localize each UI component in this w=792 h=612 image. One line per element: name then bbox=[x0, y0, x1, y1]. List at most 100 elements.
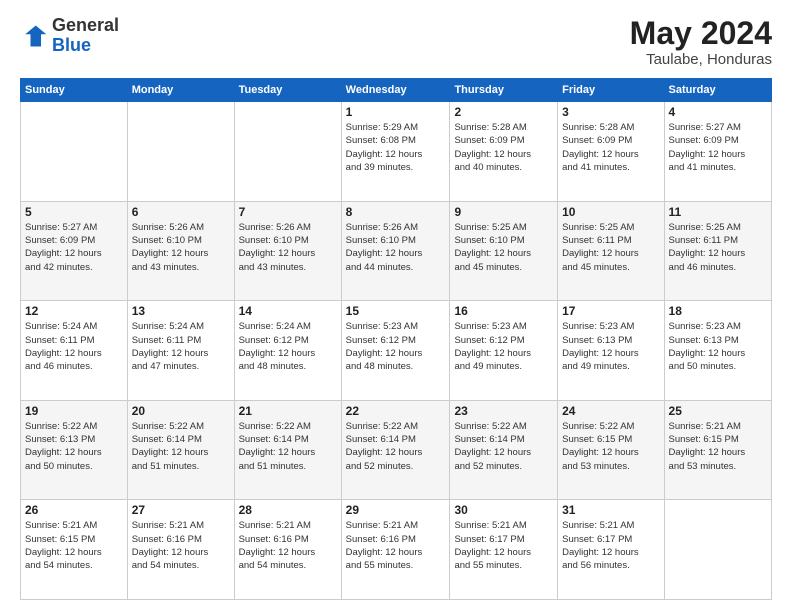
day-number: 26 bbox=[25, 503, 123, 517]
day-info: Sunrise: 5:22 AMSunset: 6:14 PMDaylight:… bbox=[346, 420, 446, 473]
day-info: Sunrise: 5:23 AMSunset: 6:12 PMDaylight:… bbox=[346, 320, 446, 373]
week-row-2: 5Sunrise: 5:27 AMSunset: 6:09 PMDaylight… bbox=[21, 201, 772, 301]
header-cell-saturday: Saturday bbox=[664, 79, 771, 102]
calendar-header: SundayMondayTuesdayWednesdayThursdayFrid… bbox=[21, 79, 772, 102]
title-block: May 2024 Taulabe, Honduras bbox=[630, 16, 772, 68]
day-cell: 18Sunrise: 5:23 AMSunset: 6:13 PMDayligh… bbox=[664, 301, 771, 401]
day-cell: 23 Sunrise: 5:22 AMSunset: 6:14 PMDayligh… bbox=[450, 400, 558, 500]
day-cell: 19 Sunrise: 5:22 AMSunset: 6:13 PMDayligh… bbox=[21, 400, 128, 500]
week-row-1: 1Sunrise: 5:29 AMSunset: 6:08 PMDaylight… bbox=[21, 102, 772, 202]
day-cell: 13Sunrise: 5:24 AMSunset: 6:11 PMDayligh… bbox=[127, 301, 234, 401]
day-number: 27 bbox=[132, 503, 230, 517]
logo-icon bbox=[20, 22, 48, 50]
header-cell-thursday: Thursday bbox=[450, 79, 558, 102]
day-number: 11 bbox=[669, 205, 767, 219]
header-cell-tuesday: Tuesday bbox=[234, 79, 341, 102]
day-cell: 16 Sunrise: 5:23 AMSunset: 6:12 PMDayligh… bbox=[450, 301, 558, 401]
day-number: 22 bbox=[346, 404, 446, 418]
header-cell-sunday: Sunday bbox=[21, 79, 128, 102]
header-cell-friday: Friday bbox=[558, 79, 664, 102]
day-info: Sunrise: 5:21 AMSunset: 6:16 PMDaylight:… bbox=[239, 519, 337, 572]
day-number: 31 bbox=[562, 503, 659, 517]
day-info: Sunrise: 5:26 AMSunset: 6:10 PMDaylight:… bbox=[132, 221, 230, 274]
day-cell: 12Sunrise: 5:24 AMSunset: 6:11 PMDayligh… bbox=[21, 301, 128, 401]
logo-general: General bbox=[52, 15, 119, 35]
day-cell: 5Sunrise: 5:27 AMSunset: 6:09 PMDaylight… bbox=[21, 201, 128, 301]
day-cell: 28 Sunrise: 5:21 AMSunset: 6:16 PMDayligh… bbox=[234, 500, 341, 600]
day-cell: 26 Sunrise: 5:21 AMSunset: 6:15 PMDayligh… bbox=[21, 500, 128, 600]
day-cell: 20 Sunrise: 5:22 AMSunset: 6:14 PMDayligh… bbox=[127, 400, 234, 500]
day-cell: 8 Sunrise: 5:26 AMSunset: 6:10 PMDaylight… bbox=[341, 201, 450, 301]
day-cell: 25Sunrise: 5:21 AMSunset: 6:15 PMDayligh… bbox=[664, 400, 771, 500]
day-cell: 21Sunrise: 5:22 AMSunset: 6:14 PMDayligh… bbox=[234, 400, 341, 500]
day-info: Sunrise: 5:21 AMSunset: 6:16 PMDaylight:… bbox=[132, 519, 230, 572]
day-cell bbox=[234, 102, 341, 202]
logo-blue: Blue bbox=[52, 35, 91, 55]
day-info: Sunrise: 5:22 AMSunset: 6:14 PMDaylight:… bbox=[132, 420, 230, 473]
day-number: 17 bbox=[562, 304, 659, 318]
day-number: 4 bbox=[669, 105, 767, 119]
day-info: Sunrise: 5:23 AMSunset: 6:13 PMDaylight:… bbox=[669, 320, 767, 373]
day-number: 12 bbox=[25, 304, 123, 318]
logo: General Blue bbox=[20, 16, 119, 56]
day-number: 25 bbox=[669, 404, 767, 418]
day-info: Sunrise: 5:25 AMSunset: 6:11 PMDaylight:… bbox=[562, 221, 659, 274]
day-info: Sunrise: 5:25 AMSunset: 6:11 PMDaylight:… bbox=[669, 221, 767, 274]
day-info: Sunrise: 5:25 AMSunset: 6:10 PMDaylight:… bbox=[454, 221, 553, 274]
day-cell: 1Sunrise: 5:29 AMSunset: 6:08 PMDaylight… bbox=[341, 102, 450, 202]
calendar-body: 1Sunrise: 5:29 AMSunset: 6:08 PMDaylight… bbox=[21, 102, 772, 600]
main-title: May 2024 bbox=[630, 16, 772, 51]
day-info: Sunrise: 5:27 AMSunset: 6:09 PMDaylight:… bbox=[25, 221, 123, 274]
day-number: 28 bbox=[239, 503, 337, 517]
day-cell: 14 Sunrise: 5:24 AMSunset: 6:12 PMDayligh… bbox=[234, 301, 341, 401]
day-number: 7 bbox=[239, 205, 337, 219]
day-cell: 24 Sunrise: 5:22 AMSunset: 6:15 PMDayligh… bbox=[558, 400, 664, 500]
day-cell: 22 Sunrise: 5:22 AMSunset: 6:14 PMDayligh… bbox=[341, 400, 450, 500]
day-info: Sunrise: 5:24 AMSunset: 6:12 PMDaylight:… bbox=[239, 320, 337, 373]
day-info: Sunrise: 5:22 AMSunset: 6:14 PMDaylight:… bbox=[454, 420, 553, 473]
week-row-5: 26 Sunrise: 5:21 AMSunset: 6:15 PMDayligh… bbox=[21, 500, 772, 600]
subtitle: Taulabe, Honduras bbox=[630, 51, 772, 68]
day-cell: 10 Sunrise: 5:25 AMSunset: 6:11 PMDayligh… bbox=[558, 201, 664, 301]
header: General Blue May 2024 Taulabe, Honduras bbox=[20, 16, 772, 68]
day-cell bbox=[664, 500, 771, 600]
day-cell bbox=[127, 102, 234, 202]
day-cell: 7Sunrise: 5:26 AMSunset: 6:10 PMDaylight… bbox=[234, 201, 341, 301]
day-number: 8 bbox=[346, 205, 446, 219]
page: General Blue May 2024 Taulabe, Honduras … bbox=[0, 0, 792, 612]
day-info: Sunrise: 5:21 AMSunset: 6:17 PMDaylight:… bbox=[562, 519, 659, 572]
day-cell: 4 Sunrise: 5:27 AMSunset: 6:09 PMDaylight… bbox=[664, 102, 771, 202]
day-info: Sunrise: 5:23 AMSunset: 6:12 PMDaylight:… bbox=[454, 320, 553, 373]
day-number: 19 bbox=[25, 404, 123, 418]
logo-text: General Blue bbox=[52, 16, 119, 56]
day-number: 13 bbox=[132, 304, 230, 318]
day-cell: 2 Sunrise: 5:28 AMSunset: 6:09 PMDaylight… bbox=[450, 102, 558, 202]
day-info: Sunrise: 5:22 AMSunset: 6:15 PMDaylight:… bbox=[562, 420, 659, 473]
day-number: 23 bbox=[454, 404, 553, 418]
day-number: 6 bbox=[132, 205, 230, 219]
day-cell: 29Sunrise: 5:21 AMSunset: 6:16 PMDayligh… bbox=[341, 500, 450, 600]
day-info: Sunrise: 5:28 AMSunset: 6:09 PMDaylight:… bbox=[454, 121, 553, 174]
day-info: Sunrise: 5:22 AMSunset: 6:13 PMDaylight:… bbox=[25, 420, 123, 473]
day-info: Sunrise: 5:22 AMSunset: 6:14 PMDaylight:… bbox=[239, 420, 337, 473]
day-number: 2 bbox=[454, 105, 553, 119]
day-number: 16 bbox=[454, 304, 553, 318]
day-cell: 27 Sunrise: 5:21 AMSunset: 6:16 PMDayligh… bbox=[127, 500, 234, 600]
day-cell: 11 Sunrise: 5:25 AMSunset: 6:11 PMDayligh… bbox=[664, 201, 771, 301]
week-row-4: 19 Sunrise: 5:22 AMSunset: 6:13 PMDayligh… bbox=[21, 400, 772, 500]
day-number: 20 bbox=[132, 404, 230, 418]
day-number: 29 bbox=[346, 503, 446, 517]
day-number: 3 bbox=[562, 105, 659, 119]
day-info: Sunrise: 5:26 AMSunset: 6:10 PMDaylight:… bbox=[346, 221, 446, 274]
day-cell: 6 Sunrise: 5:26 AMSunset: 6:10 PMDaylight… bbox=[127, 201, 234, 301]
day-cell: 31 Sunrise: 5:21 AMSunset: 6:17 PMDayligh… bbox=[558, 500, 664, 600]
day-number: 15 bbox=[346, 304, 446, 318]
day-info: Sunrise: 5:27 AMSunset: 6:09 PMDaylight:… bbox=[669, 121, 767, 174]
day-number: 10 bbox=[562, 205, 659, 219]
day-number: 30 bbox=[454, 503, 553, 517]
day-number: 24 bbox=[562, 404, 659, 418]
day-info: Sunrise: 5:21 AMSunset: 6:17 PMDaylight:… bbox=[454, 519, 553, 572]
day-number: 14 bbox=[239, 304, 337, 318]
week-row-3: 12Sunrise: 5:24 AMSunset: 6:11 PMDayligh… bbox=[21, 301, 772, 401]
day-info: Sunrise: 5:21 AMSunset: 6:15 PMDaylight:… bbox=[25, 519, 123, 572]
